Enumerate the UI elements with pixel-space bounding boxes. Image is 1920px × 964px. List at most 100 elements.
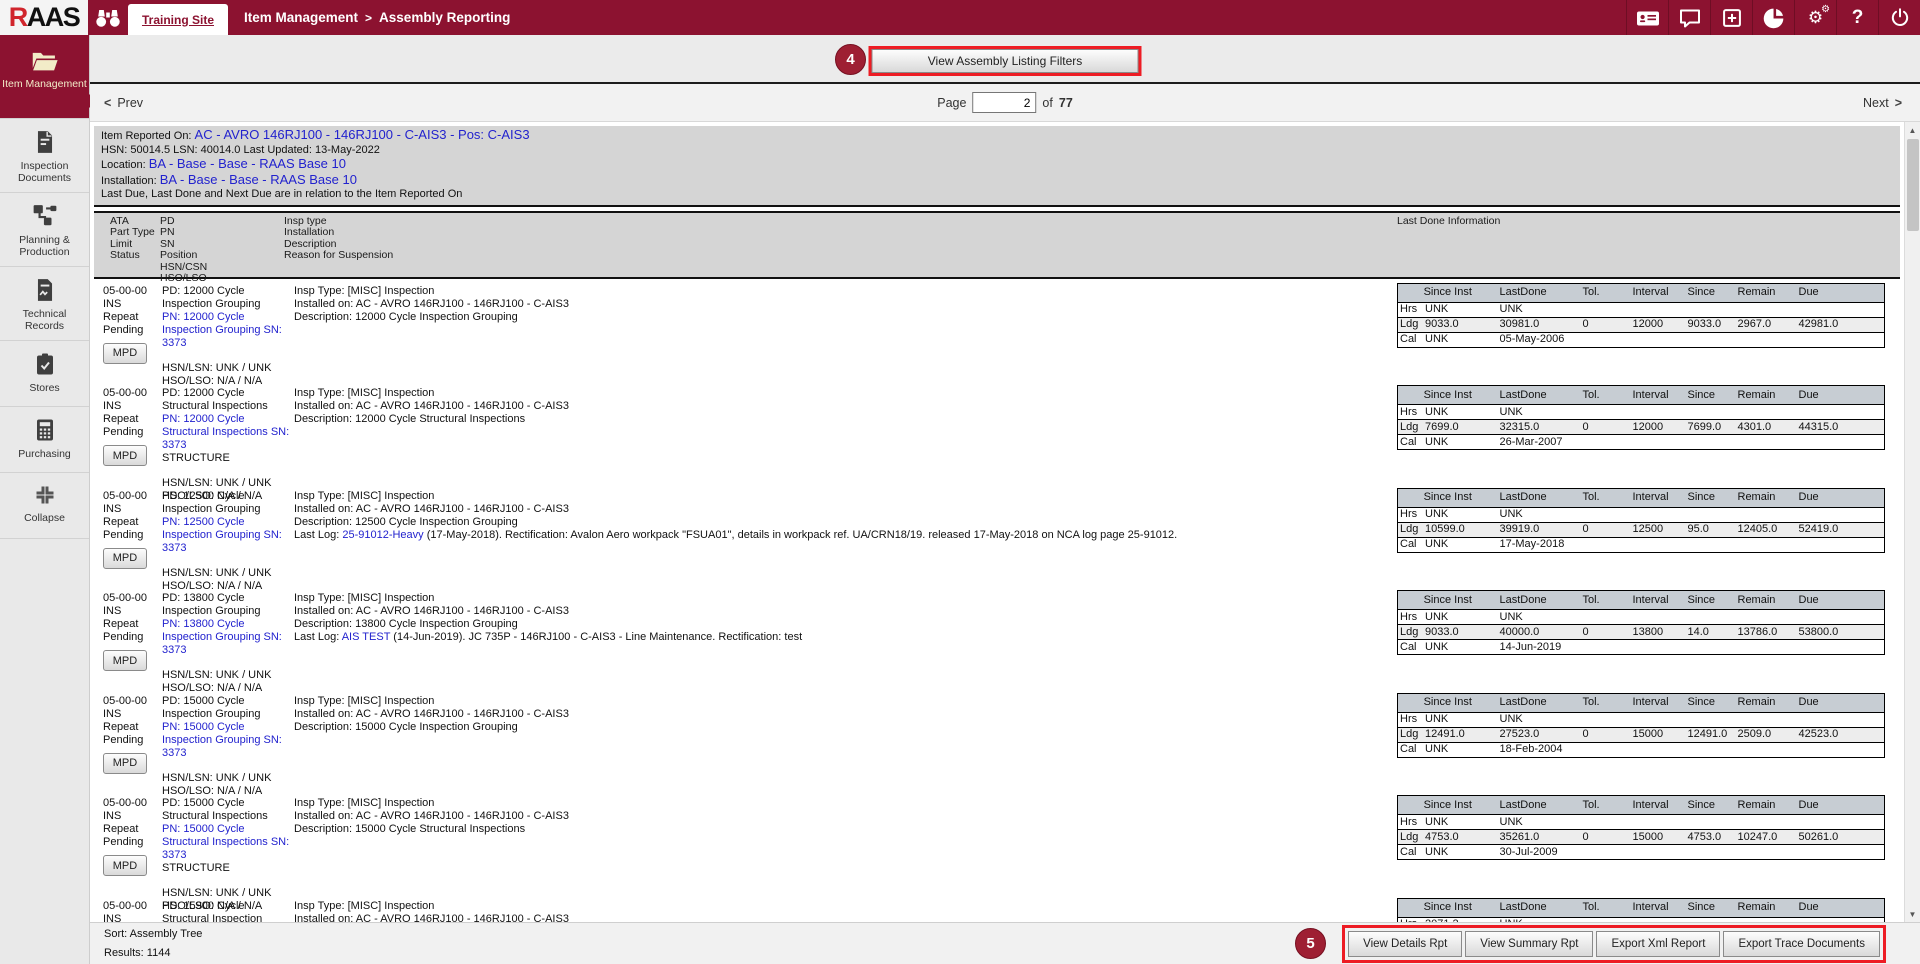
structure-label: STRUCTURE [162,452,292,465]
col-since-inst: Since Inst [1398,283,1498,302]
pn-link[interactable]: PN: 12000 Cycle Inspection Grouping [162,311,260,336]
logout-button[interactable] [1878,0,1920,35]
sidebar-item-collapse[interactable]: Collapse [0,473,89,539]
since-inst-cell: Ldg9033.0 [1398,317,1498,332]
value-cell [1686,405,1736,420]
assembly-row: 05-00-00 INS Repeat PD: 15900 Cycle Stru… [94,894,1900,923]
sidebar-item-purchasing[interactable]: Purchasing [0,407,89,473]
col-interval: Interval [1631,386,1686,405]
last-done-body: HrsUNKUNKLdg4753.035261.00150004753.0102… [1398,815,1885,860]
help-button[interactable]: ? [1836,0,1878,35]
sidebar-item-inspection-documents[interactable]: Inspection Documents [0,119,89,193]
value-cell: 27523.0 [1498,727,1581,742]
comment-button[interactable] [1668,0,1710,35]
footer-bar: Sort: Assembly Tree Results: 1144 5 View… [90,922,1920,964]
row-status-column: 05-00-00 INS Repeat Pending MPD [103,695,161,774]
workflow-icon [32,203,58,229]
installation-label: Installation: [101,175,160,187]
export-xml-report-button[interactable]: Export Xml Report [1596,931,1720,957]
export-trace-documents-button[interactable]: Export Trace Documents [1723,931,1880,957]
pn-link[interactable]: PN: 15000 Cycle Structural Inspections [162,823,268,848]
id-card-button[interactable] [1626,0,1668,35]
next-label: Next [1863,96,1889,110]
col-interval: Interval [1631,488,1686,507]
sidebar-item-label: Stores [29,382,59,394]
description-text: Description: 15000 Cycle Structural Insp… [294,823,1384,836]
col-due: Due [1797,386,1885,405]
scroll-down-arrow-icon[interactable]: ▼ [1905,906,1920,922]
scrollbar-thumb[interactable] [1907,139,1919,231]
view-assembly-listing-filters-button[interactable]: View Assembly Listing Filters [872,49,1139,73]
installation-link[interactable]: BA - Base - Base - RAAS Base 10 [160,172,357,187]
mpd-button[interactable]: MPD [103,753,147,774]
last-done-row: Ldg12491.027523.001500012491.02509.04252… [1398,727,1885,742]
pd-text: PD: 13800 Cycle Inspection Grouping [162,592,292,618]
note-line: Last Due, Last Done and Next Due are in … [101,188,1893,202]
breadcrumb-item-management[interactable]: Item Management [244,10,358,25]
value-cell [1736,815,1797,830]
last-done-header-row: Since Inst LastDone Tol. Interval Since … [1398,796,1885,815]
location-link[interactable]: BA - Base - Base - RAAS Base 10 [149,156,346,171]
last-log-link[interactable]: 25-91012-Heavy [342,529,423,541]
col-tol: Tol. [1581,488,1631,507]
value-cell: 15000 [1631,830,1686,845]
sidebar-item-item-management[interactable]: Item Management [0,35,89,119]
mpd-button[interactable]: MPD [103,650,147,671]
mpd-button[interactable]: MPD [103,548,147,569]
since-inst-cell: Ldg9033.0 [1398,625,1498,640]
last-done-body: HrsUNKUNKLdg9033.030981.00120009033.0296… [1398,302,1885,347]
col-last-done: LastDone [1498,898,1581,917]
col-last-done: LastDone [1498,283,1581,302]
last-done-row: HrsUNKUNK [1398,302,1885,317]
view-summary-rpt-button[interactable]: View Summary Rpt [1465,931,1593,957]
mpd-button[interactable]: MPD [103,343,147,364]
value-cell [1581,332,1631,347]
pn-link[interactable]: PN: 13800 Cycle Inspection Grouping [162,618,260,643]
value-cell [1631,537,1686,552]
row-inspection-column: Insp Type: [MISC] Inspection Installed o… [294,797,1384,836]
last-log-link[interactable]: AIS TEST [342,631,391,643]
sidebar-item-label: Technical Records [23,308,67,332]
pn-link[interactable]: PN: 12500 Cycle Inspection Grouping [162,516,260,541]
annotation-box-report-buttons: View Details Rpt View Summary Rpt Export… [1342,925,1886,963]
value-cell: 26-Mar-2007 [1498,435,1581,450]
since-inst-cell: HrsUNK [1398,610,1498,625]
prev-page-button[interactable]: < Prev [104,96,143,110]
value-cell: UNK [1498,302,1581,317]
sidebar-item-stores[interactable]: Stores [0,341,89,407]
dashboard-button[interactable] [1752,0,1794,35]
mpd-button[interactable]: MPD [103,445,147,466]
vertical-scrollbar[interactable]: ▲ ▼ [1904,122,1920,922]
row-part-column: PD: 12500 Cycle Inspection Grouping PN: … [162,490,292,593]
settings-button[interactable]: ⚙⚙ [1794,0,1836,35]
mpd-button[interactable]: MPD [103,855,147,876]
assembly-row: 05-00-00 INS Repeat Pending MPD PD: 1250… [94,484,1900,587]
sidebar-item-technical-records[interactable]: Technical Records [0,267,89,341]
tab-training-site[interactable]: Training Site [128,4,228,35]
limit-type: Repeat [103,823,161,836]
id-card-icon [1636,8,1660,28]
scroll-up-arrow-icon[interactable]: ▲ [1905,122,1920,138]
view-details-rpt-button[interactable]: View Details Rpt [1348,931,1462,957]
value-cell: 40000.0 [1498,625,1581,640]
breadcrumb-assembly-reporting[interactable]: Assembly Reporting [379,10,510,25]
pn-link[interactable]: PN: 12000 Cycle Structural Inspections [162,413,268,438]
breadcrumb-chevron-icon: > [365,11,372,25]
location-line: Location: BA - Base - Base - RAAS Base 1… [101,157,1893,173]
col-tol: Tol. [1581,386,1631,405]
pn-link[interactable]: PN: 15000 Cycle Inspection Grouping [162,721,260,746]
row-inspection-column: Insp Type: [MISC] Inspection Installed o… [294,285,1384,324]
search-binoculars-button[interactable] [88,0,128,35]
add-button[interactable] [1710,0,1752,35]
sidebar-item-planning-production[interactable]: Planning & Production [0,193,89,267]
limit-type: Repeat [103,413,161,426]
col-since: Since [1686,283,1736,302]
col-since-inst: Since Inst [1398,796,1498,815]
value-cell [1686,815,1736,830]
page-number-input[interactable] [972,92,1036,113]
last-done-row: Ldg7699.032315.00120007699.04301.044315.… [1398,420,1885,435]
row-status-column: 05-00-00 INS Repeat Pending MPD [103,797,161,876]
item-reported-link[interactable]: AC - AVRO 146RJ100 - 146RJ100 - C-AIS3 -… [195,127,530,142]
column-headers: ATAPart TypeLimitStatus PDPNSNPositionHS… [94,211,1900,279]
next-page-button[interactable]: Next > [1863,96,1902,110]
